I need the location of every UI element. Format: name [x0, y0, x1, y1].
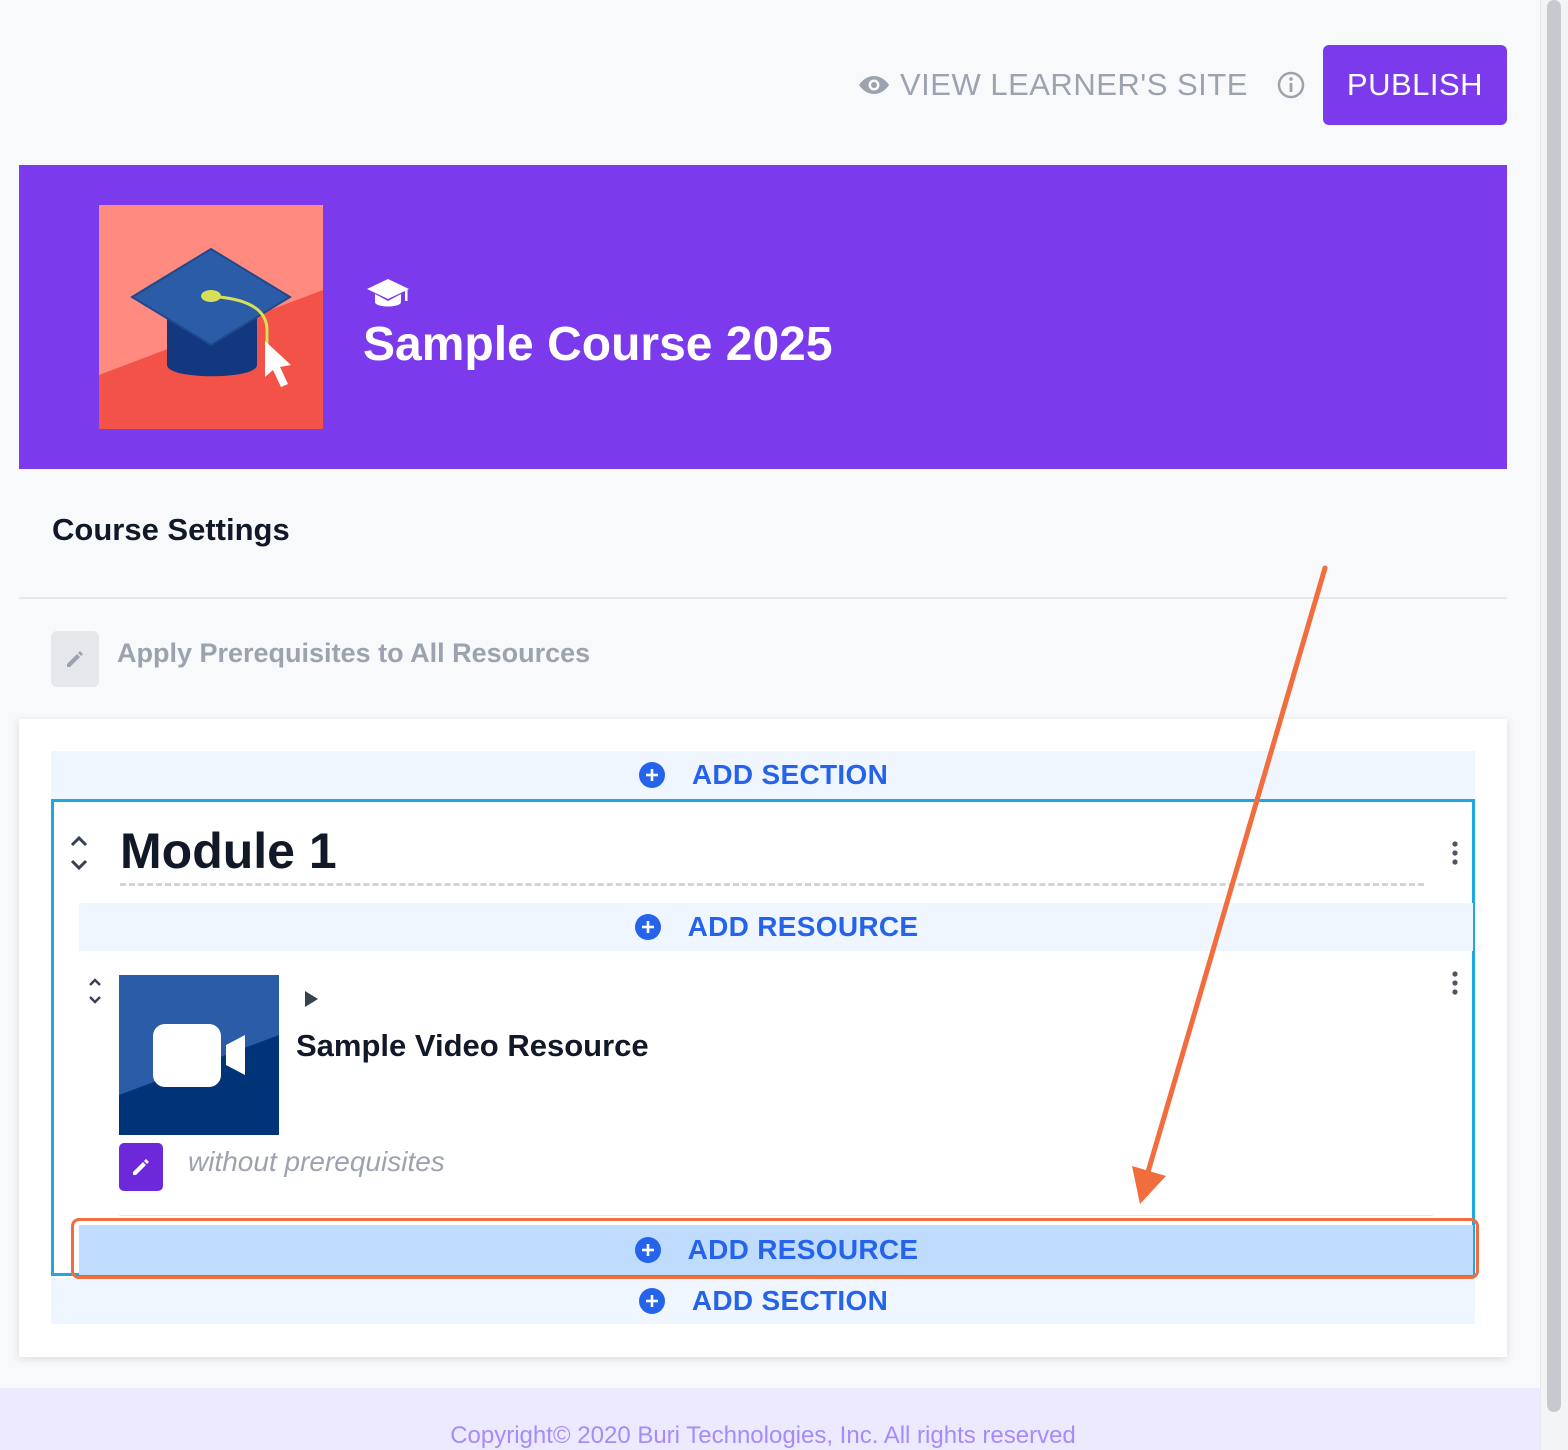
footer-copyright: Copyright© 2020 Buri Technologies, Inc. …	[450, 1422, 1076, 1449]
graduation-cap-icon	[367, 279, 409, 307]
resource-prerequisites-text: without prerequisites	[188, 1146, 445, 1177]
scrollbar-thumb[interactable]	[1547, 0, 1561, 1412]
view-learners-site-label: VIEW LEARNER'S SITE	[900, 67, 1248, 102]
plus-circle-icon	[634, 1237, 661, 1263]
reorder-icon[interactable]	[66, 833, 92, 873]
module-more-options-icon[interactable]	[1449, 840, 1461, 868]
view-learners-site-link[interactable]: VIEW LEARNER'S SITE	[858, 62, 1248, 108]
resource-more-options-icon[interactable]	[1449, 970, 1461, 998]
plus-circle-icon	[638, 762, 665, 788]
play-icon[interactable]	[302, 990, 320, 1008]
publish-button[interactable]: PUBLISH	[1323, 45, 1507, 125]
divider	[119, 1215, 1433, 1216]
pencil-icon	[67, 651, 83, 667]
add-section-top-button[interactable]: ADD SECTION	[51, 751, 1475, 799]
course-title: Sample Course 2025	[363, 318, 833, 371]
module-title[interactable]: Module 1	[120, 822, 337, 880]
course-banner: Sample Course 2025	[19, 165, 1507, 469]
add-resource-top-button[interactable]: ADD RESOURCE	[79, 903, 1473, 951]
add-resource-label: ADD RESOURCE	[687, 1234, 919, 1265]
add-resource-bottom-button[interactable]: ADD RESOURCE	[79, 1225, 1473, 1275]
divider	[19, 597, 1507, 599]
resource-reorder-icon[interactable]	[86, 976, 104, 1006]
plus-circle-icon	[638, 1288, 665, 1314]
info-icon[interactable]	[1276, 70, 1306, 100]
pencil-icon	[133, 1159, 149, 1175]
module-title-underline	[120, 883, 1424, 886]
video-thumbnail[interactable]	[119, 975, 279, 1135]
apply-prerequisites-edit-button[interactable]	[51, 631, 99, 687]
add-section-label: ADD SECTION	[691, 759, 889, 790]
add-section-bottom-button[interactable]: ADD SECTION	[51, 1278, 1475, 1324]
eye-icon	[859, 76, 889, 94]
add-resource-label: ADD RESOURCE	[687, 911, 919, 942]
resource-title[interactable]: Sample Video Resource	[296, 1028, 649, 1064]
course-thumbnail[interactable]	[99, 205, 323, 429]
plus-circle-icon	[634, 914, 661, 940]
add-section-label: ADD SECTION	[691, 1285, 889, 1316]
course-settings-heading[interactable]: Course Settings	[52, 512, 290, 548]
resource-prerequisites-edit-button[interactable]	[119, 1143, 163, 1191]
apply-prerequisites-label: Apply Prerequisites to All Resources	[117, 638, 591, 668]
